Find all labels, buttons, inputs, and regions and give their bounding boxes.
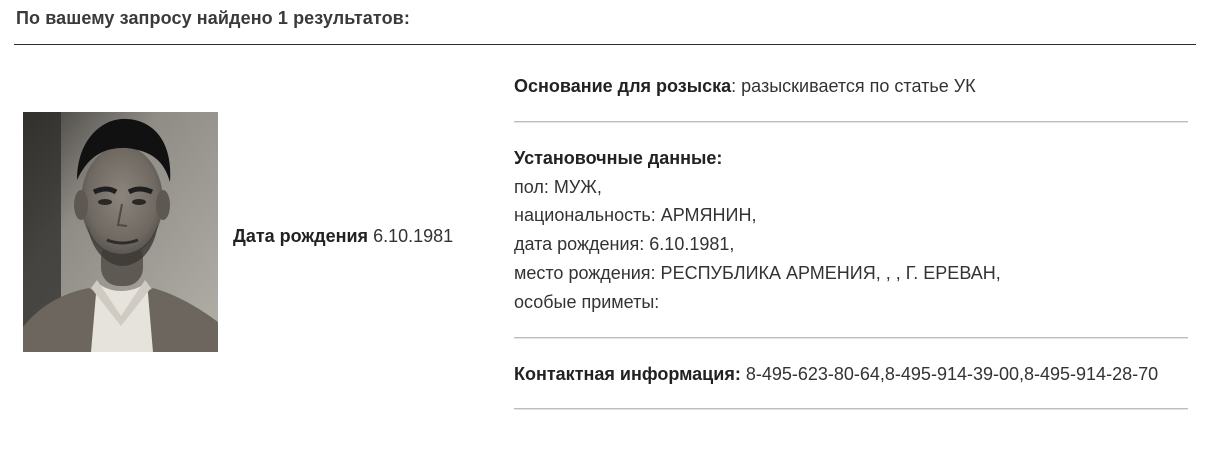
header-divider — [14, 44, 1196, 45]
identity-title: Установочные данные: — [514, 148, 723, 168]
results-header: По вашему запросу найдено 1 результатов: — [16, 8, 410, 28]
wanted-reason-label: Основание для розыска — [514, 76, 732, 96]
identity-line-birth-date: дата рождения: 6.10.1981, — [514, 234, 735, 254]
portrait-illustration — [23, 112, 218, 352]
wanted-reason: Основание для розыска: разыскивается по … — [514, 76, 976, 97]
section-divider — [514, 408, 1188, 409]
identity-line-birthplace: место рождения: РЕСПУБЛИКА АРМЕНИЯ, , , … — [514, 263, 1001, 283]
wanted-reason-value: разыскивается по статье УК — [736, 76, 976, 96]
identity-line-nationality: национальность: АРМЯНИН, — [514, 205, 757, 225]
birth-date-summary: Дата рождения 6.10.1981 — [233, 226, 453, 247]
contact-label: Контактная информация: — [514, 364, 741, 384]
birth-date-label: Дата рождения — [233, 226, 369, 246]
contact-information: Контактная информация: 8-495-623-80-64,8… — [514, 364, 1158, 385]
birth-date-value: 6.10.1981 — [373, 226, 454, 246]
section-divider — [514, 121, 1188, 122]
identity-line-special-marks: особые приметы: — [514, 292, 660, 312]
identity-line-sex: пол: МУЖ, — [514, 177, 602, 197]
portrait-photo — [23, 112, 218, 352]
section-divider — [514, 337, 1188, 338]
contact-phones: 8-495-623-80-64,8-495-914-39-00,8-495-91… — [740, 364, 1159, 384]
